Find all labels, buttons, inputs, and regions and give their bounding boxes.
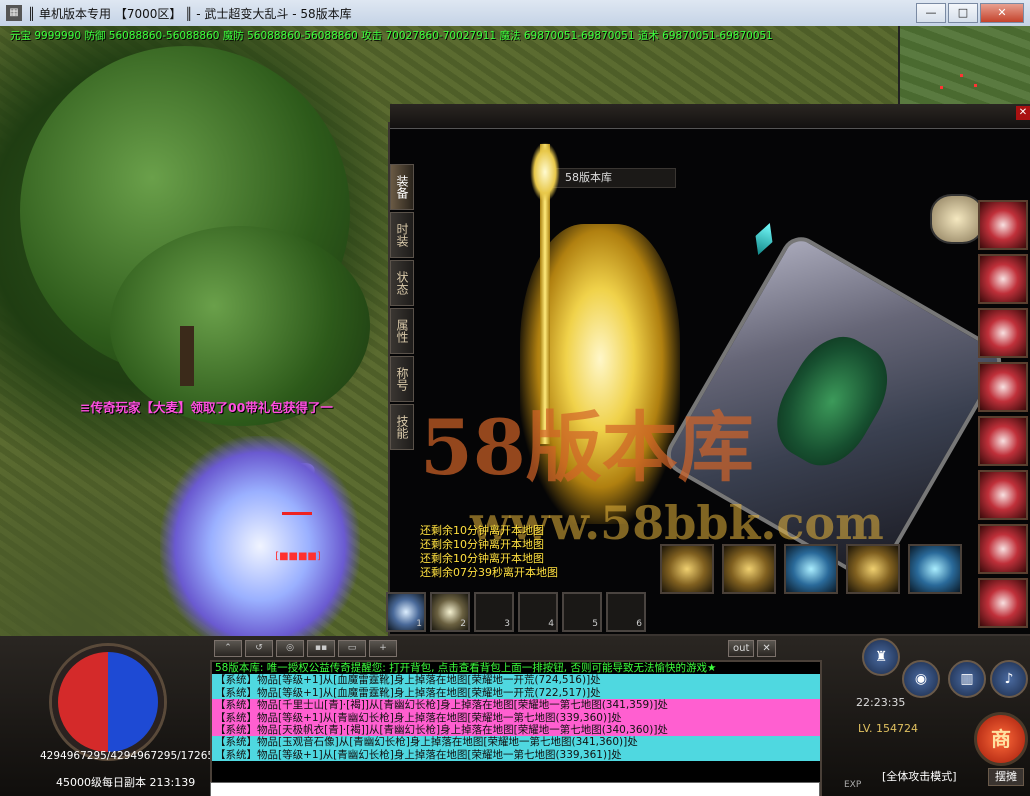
panel-header: ✕ (390, 104, 1030, 129)
watermark-main: 58版本库 (420, 403, 754, 492)
equip-slot[interactable] (978, 524, 1028, 574)
stats-bar: 元宝 9999990 防御 56088860-56088860 魔防 56088… (10, 30, 773, 42)
tree-trunk (180, 326, 194, 386)
character-icon[interactable]: ♜ (862, 638, 900, 676)
chat-close-button[interactable]: ✕ (757, 640, 776, 657)
equip-slot[interactable] (846, 544, 900, 594)
equip-slot[interactable] (660, 544, 714, 594)
weapon-staff-head (530, 142, 560, 202)
tab-titles[interactable]: 称号 (390, 356, 414, 402)
quick-slot[interactable]: 4 (518, 592, 558, 632)
minimize-button[interactable]: — (916, 3, 946, 23)
tab-equipment[interactable]: 装备 (390, 164, 414, 210)
tab-attributes[interactable]: 属性 (390, 308, 414, 354)
sound-icon[interactable]: ♪ (990, 660, 1028, 698)
minimap-marker (974, 84, 977, 87)
level-value: 154724 (876, 722, 919, 735)
equip-slot[interactable] (978, 578, 1028, 628)
window-titlebar: ▦ ║ 单机版本专用 【7000区】 ║ - 武士超变大乱斗 - 58版本库 —… (0, 0, 1030, 27)
quick-slot[interactable]: 1 (386, 592, 426, 632)
tree (110, 226, 370, 426)
panel-close-icon[interactable]: ✕ (1016, 106, 1030, 120)
maximize-button[interactable]: □ (948, 3, 978, 23)
chat-button[interactable]: + (369, 640, 397, 657)
chat-button[interactable]: ▭ (338, 640, 366, 657)
book-icon[interactable]: ▥ (948, 660, 986, 698)
bottom-equipment-slots (660, 544, 962, 594)
equip-slot[interactable] (978, 470, 1028, 520)
map-notifications: 还剩余10分钟离开本地图 还剩余10分钟离开本地图 还剩余10分钟离开本地图 还… (420, 524, 558, 580)
chat-button[interactable]: ▪▪ (307, 640, 335, 657)
quick-slot[interactable]: 5 (562, 592, 602, 632)
level-display: LV. 154724 (858, 722, 918, 735)
notification-line: 还剩余10分钟离开本地图 (420, 552, 544, 565)
bottom-hud: 4294967295/4294967295/1726527 45000级每日副本… (0, 636, 1030, 796)
chat-out-button[interactable]: out (728, 640, 755, 657)
hp-mp-text: 4294967295/4294967295/1726527 (40, 750, 228, 762)
quick-slot[interactable]: 2 (430, 592, 470, 632)
equip-slot[interactable] (978, 416, 1028, 466)
notification-line: 还剩余07分39秒离开本地图 (420, 566, 558, 579)
stall-button[interactable]: 摆摊 (988, 768, 1024, 786)
chat-line: 【系统】物品[等级+1]从[青幽幻长枪]身上掉落在地图[荣耀地一第七地图(339… (212, 748, 820, 762)
chat-line: 【系统】物品[等级+1]从[血魔雷霆靴]身上掉落在地图[荣耀地一开荒(722,5… (212, 686, 820, 700)
chat-input[interactable] (210, 782, 820, 796)
app-icon: ▦ (6, 5, 22, 21)
system-message: ≡传奇玩家【大麦】领取了00带礼包获得了一 (80, 400, 333, 415)
quick-bar: 1 2 3 4 5 6 (386, 592, 646, 632)
shield-emblem (760, 322, 904, 480)
equip-slot[interactable] (908, 544, 962, 594)
attack-mode[interactable]: [全体攻击模式] (882, 768, 957, 784)
quick-slot[interactable]: 6 (606, 592, 646, 632)
tab-skills[interactable]: 技能 (390, 404, 414, 450)
chat-button[interactable]: ⌃ (214, 640, 242, 657)
character-tabs: 装备 时装 状态 属性 称号 技能 (390, 164, 414, 452)
game-clock: 22:23:35 (856, 696, 906, 709)
chat-button[interactable]: ◎ (276, 640, 304, 657)
notification-line: 还剩余10分钟离开本地图 (420, 538, 544, 551)
player-hp-tag: [■■■■] (275, 551, 321, 562)
equip-slot[interactable] (722, 544, 776, 594)
right-equipment-slots (974, 200, 1030, 632)
player-character[interactable] (160, 436, 360, 656)
character-name: 58版本库 (540, 168, 676, 188)
chat-line: 【系统】物品[天极帆衣[青]·[褐]]从[青幽幻长枪]身上掉落在地图[荣耀地一第… (212, 724, 820, 737)
window-controls: — □ ✕ (916, 3, 1024, 23)
player-hp-bar (282, 512, 312, 515)
equip-slot[interactable] (978, 200, 1028, 250)
tab-status[interactable]: 状态 (390, 260, 414, 306)
equip-slot[interactable] (978, 308, 1028, 358)
exp-label: EXP (844, 780, 862, 790)
level-info: 45000级每日副本 213:139 (56, 776, 196, 789)
chat-button[interactable]: ↺ (245, 640, 273, 657)
equip-slot[interactable] (978, 254, 1028, 304)
chat-line: 【系统】物品[千里士山[青]·[褐]]从[青幽幻长枪]身上掉落在地图[荣耀地一第… (212, 699, 820, 712)
game-viewport[interactable]: 元宝 9999990 防御 56088860-56088860 魔防 56088… (0, 26, 1030, 796)
chat-line: 58版本库: 唯一授权公益传奇提醒您: 打开背包, 点击查看背包上面一排按钮, … (215, 662, 717, 674)
level-label: LV. (858, 722, 873, 735)
chat-toolbar: ⌃ ↺ ◎ ▪▪ ▭ + (214, 640, 397, 657)
gem-icon[interactable] (750, 220, 779, 258)
quick-slot[interactable]: 3 (474, 592, 514, 632)
hp-mp-orb (52, 646, 164, 758)
tab-fashion[interactable]: 时装 (390, 212, 414, 258)
equip-slot[interactable] (784, 544, 838, 594)
equip-slot[interactable] (978, 362, 1028, 412)
bag-icon[interactable]: ◉ (902, 660, 940, 698)
shop-button[interactable]: 商 (974, 712, 1028, 766)
chat-line: 【系统】物品[玉观音石像]从[青幽幻长枪]身上掉落在地图[荣耀地一第七地图(34… (212, 736, 820, 749)
chat-controls: out ✕ (728, 640, 776, 657)
chat-line: 【系统】物品[等级+1]从[血魔雷霆靴]身上掉落在地图[荣耀地一开荒(724,5… (212, 674, 820, 687)
right-hud: ♜ ◉ ▥ ♪ 22:23:35 LV. 154724 商 [全体攻击模式] 摆… (838, 638, 1030, 796)
chat-line: 【系统】物品[等级+1]从[青幽幻长枪]身上掉落在地图[荣耀地一第七地图(339… (212, 711, 820, 725)
window-title: ║ 单机版本专用 【7000区】 ║ - 武士超变大乱斗 - 58版本库 (28, 6, 352, 21)
chat-log[interactable]: 58版本库: 唯一授权公益传奇提醒您: 打开背包, 点击查看背包上面一排按钮, … (210, 660, 822, 796)
minimap-marker (960, 74, 963, 77)
notification-line: 还剩余10分钟离开本地图 (420, 524, 544, 537)
minimap-marker (940, 86, 943, 89)
close-button[interactable]: ✕ (980, 3, 1024, 23)
